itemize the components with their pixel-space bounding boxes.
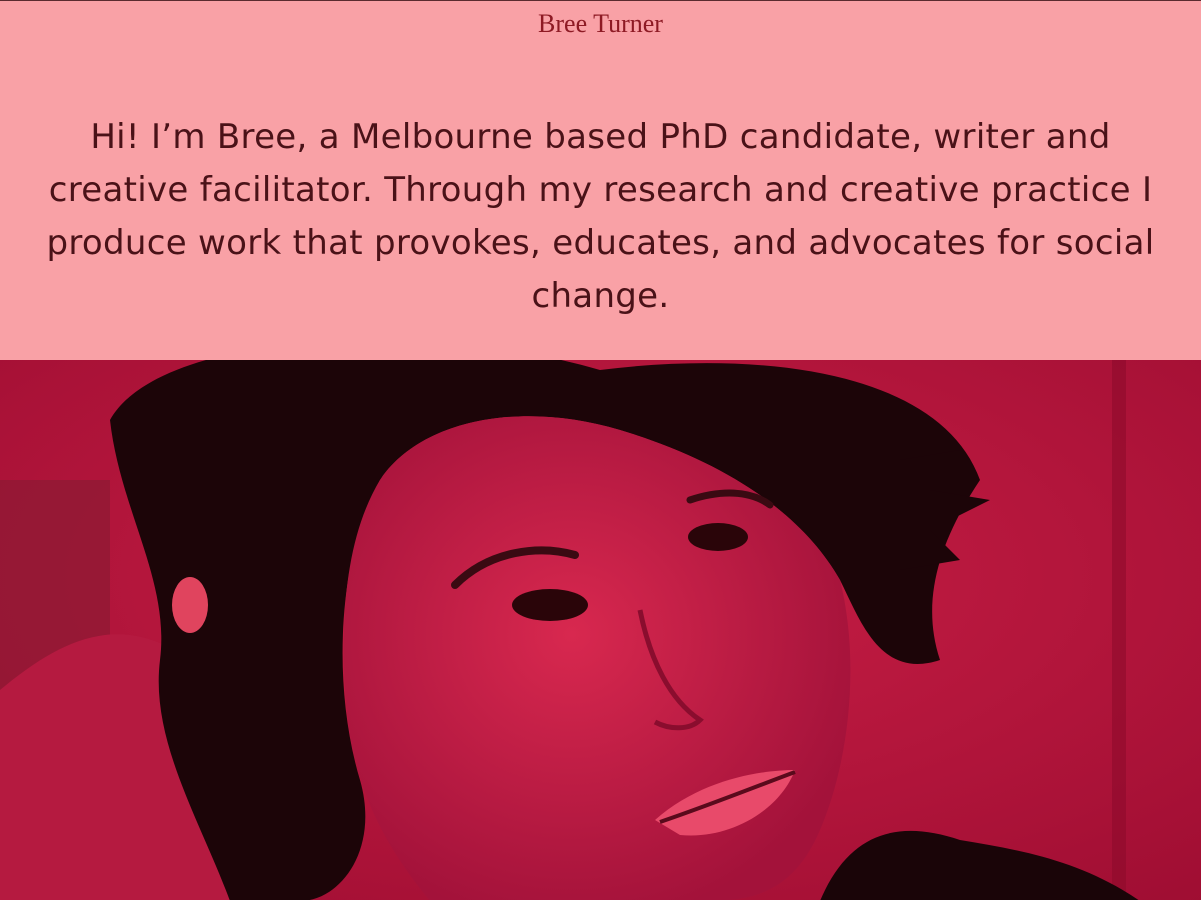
intro-text: Hi! I’m Bree, a Melbourne based PhD cand… [46,117,1155,316]
site-header: Bree Turner Hi! I’m Bree, a Melbourne ba… [0,1,1201,360]
site-title-link[interactable]: Bree Turner [0,9,1201,39]
portrait-photo-icon [0,360,1201,900]
hero-portrait-image [0,360,1201,900]
